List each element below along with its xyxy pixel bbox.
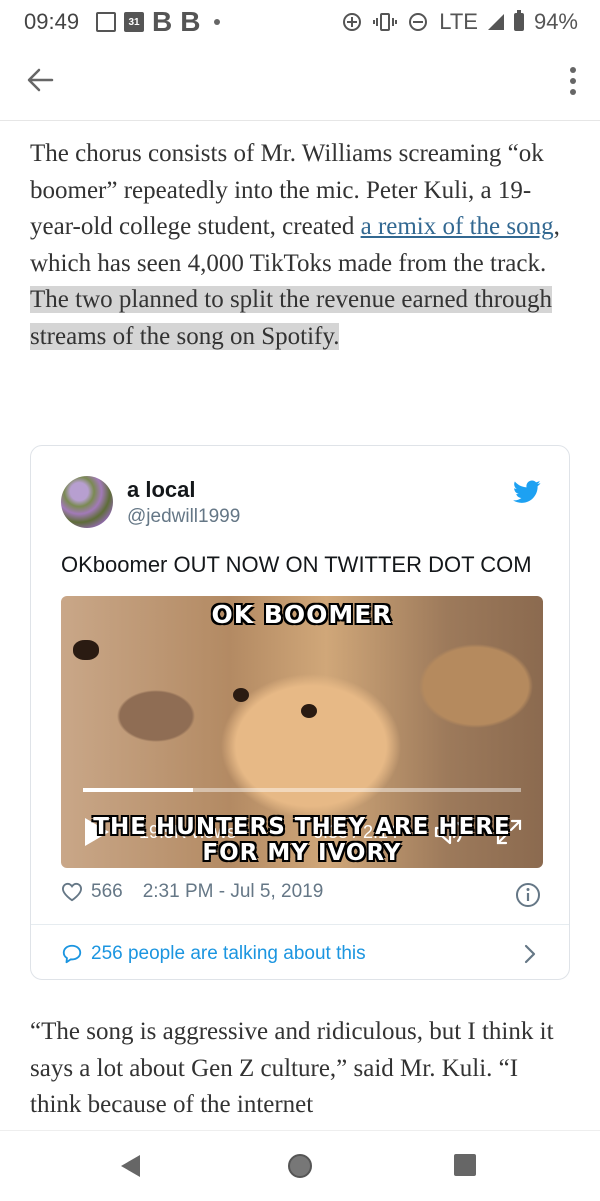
tweet-author-handle[interactable]: @jedwill1999 xyxy=(127,506,240,528)
twitter-bird-icon[interactable] xyxy=(513,480,541,504)
back-triangle-icon[interactable] xyxy=(118,1153,144,1179)
b-notification-icon-2: B xyxy=(180,6,201,37)
chevron-right-icon xyxy=(524,944,536,964)
image-notification-icon xyxy=(96,12,116,32)
tweet-video[interactable]: OK BOOMER 19.5K views 0:33 / 2:14 THE HU… xyxy=(61,596,543,868)
conversation-link[interactable]: 256 people are talking about this xyxy=(61,940,541,968)
avatar[interactable] xyxy=(61,476,113,528)
conversation-count: 256 people are talking about this xyxy=(91,943,366,964)
video-progress-fill xyxy=(83,788,193,792)
status-time: 09:49 xyxy=(24,9,80,34)
data-saver-icon xyxy=(343,13,362,31)
recents-square-icon[interactable] xyxy=(454,1154,476,1176)
system-nav-bar xyxy=(0,1130,600,1201)
tweet-divider xyxy=(31,924,569,925)
dog-eye-right xyxy=(301,704,317,718)
info-icon[interactable] xyxy=(515,882,541,908)
more-vert-icon[interactable] xyxy=(566,66,580,96)
battery-level: 94% xyxy=(533,9,578,34)
battery-icon xyxy=(513,10,524,31)
tweet-meta: 566 2:31 PM - Jul 5, 2019 xyxy=(61,881,323,903)
meme-caption-top: OK BOOMER xyxy=(211,600,393,629)
b-notification-icon: B xyxy=(152,6,173,37)
calendar-icon: 31 xyxy=(124,12,144,32)
video-progress-bar[interactable] xyxy=(83,788,521,792)
heart-icon[interactable] xyxy=(61,882,83,902)
meme-caption-bottom: THE HUNTERS THEY ARE HERE FOR MY IVORY xyxy=(93,814,511,866)
network-type: LTE xyxy=(439,9,478,34)
arrow-left-icon[interactable] xyxy=(24,64,56,96)
do-not-disturb-icon xyxy=(409,13,428,31)
remix-link[interactable]: a remix of the song xyxy=(361,213,554,240)
embedded-tweet[interactable]: a local @jedwill1999 OKboomer OUT NOW ON… xyxy=(30,445,570,980)
home-circle-icon[interactable] xyxy=(287,1153,313,1179)
vibrate-icon xyxy=(373,13,398,31)
article-paragraph-2: “The song is aggressive and ridiculous, … xyxy=(30,1018,554,1118)
article-body: The chorus consists of Mr. Williams scre… xyxy=(0,120,600,1130)
article-paragraph: The chorus consists of Mr. Williams scre… xyxy=(30,140,560,350)
tweet-text: OKboomer OUT NOW ON TWITTER DOT COM xyxy=(61,552,532,577)
app-bar xyxy=(0,44,600,121)
dog-nose xyxy=(73,640,99,660)
speech-bubble-icon xyxy=(62,944,82,964)
status-bar: 09:49 31 B B LTE 94% xyxy=(0,0,600,44)
more-notifications-dot-icon xyxy=(214,19,221,25)
dog-eye-left xyxy=(233,688,249,702)
signal-icon xyxy=(487,14,504,30)
tweet-timestamp[interactable]: 2:31 PM - Jul 5, 2019 xyxy=(143,881,324,903)
like-count[interactable]: 566 xyxy=(91,881,123,903)
tweet-author-name[interactable]: a local xyxy=(127,477,195,503)
highlighted-text[interactable]: The two planned to split the revenue ear… xyxy=(30,286,553,350)
